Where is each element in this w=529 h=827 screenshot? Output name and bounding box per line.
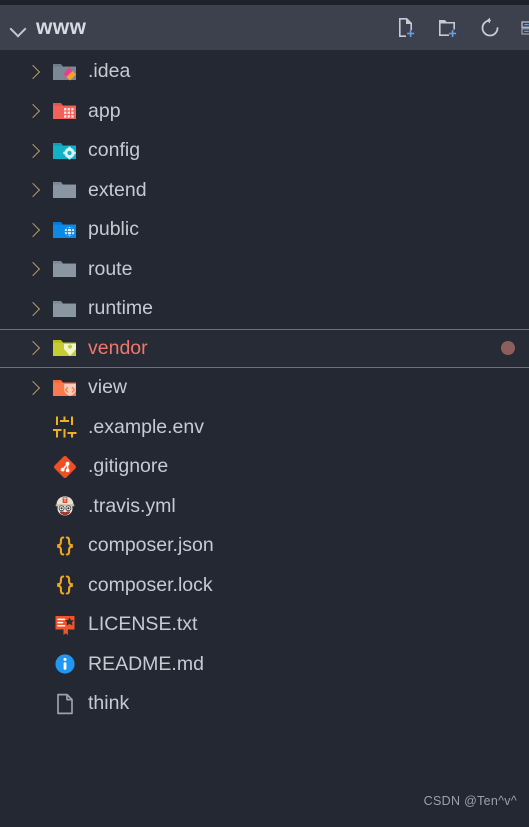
expand-arrow-icon[interactable] [24, 62, 44, 82]
tree-row-travis-yml[interactable]: T .travis.yml [0, 487, 529, 527]
tree-row-idea[interactable]: .idea [0, 52, 529, 92]
tree-item-label: .gitignore [88, 455, 169, 477]
git-icon [50, 454, 80, 480]
tune-sliders-icon [50, 414, 80, 440]
tree-item-label: public [88, 218, 139, 240]
tree-item-label: config [88, 139, 141, 161]
expand-arrow-icon[interactable] [24, 141, 44, 161]
folder-plain-icon [50, 177, 80, 203]
expand-arrow-icon[interactable] [24, 259, 44, 279]
expand-arrow-icon[interactable] [24, 101, 44, 121]
new-file-icon[interactable] [393, 15, 419, 41]
project-file-tree: .idea app config extend public route run… [0, 50, 529, 827]
refresh-icon[interactable] [477, 15, 503, 41]
csdn-watermark: CSDN @Ten^v^ [423, 794, 517, 808]
license-award-icon [50, 612, 80, 638]
folder-idea-icon [50, 59, 80, 85]
folder-public-icon [50, 217, 80, 243]
svg-text:T: T [63, 498, 66, 504]
chevron-down-icon[interactable] [8, 17, 30, 39]
tree-row-license-txt[interactable]: LICENSE.txt [0, 605, 529, 645]
tree-item-label: view [88, 376, 128, 398]
expand-arrow-icon[interactable] [24, 220, 44, 240]
tree-row-composer-json[interactable]: composer.json [0, 526, 529, 566]
tree-row-app[interactable]: app [0, 92, 529, 132]
tree-row-public[interactable]: public [0, 210, 529, 250]
expand-arrow-icon[interactable] [24, 299, 44, 319]
tree-item-label: .idea [88, 60, 131, 82]
tree-row-think[interactable]: think [0, 684, 529, 724]
tree-row-example-env[interactable]: .example.env [0, 408, 529, 448]
tree-row-gitignore[interactable]: .gitignore [0, 447, 529, 487]
expand-arrow-icon[interactable] [24, 338, 44, 358]
tree-row-extend[interactable]: extend [0, 171, 529, 211]
travis-ci-icon: T [50, 493, 80, 519]
info-circle-icon [50, 651, 80, 677]
tree-item-label: vendor [88, 336, 148, 359]
expand-arrow-icon[interactable] [24, 180, 44, 200]
folder-app-icon [50, 98, 80, 124]
tree-item-label: LICENSE.txt [88, 613, 198, 635]
tree-row-config[interactable]: config [0, 131, 529, 171]
expand-arrow-icon[interactable] [24, 378, 44, 398]
tree-item-label: .example.env [88, 415, 204, 438]
project-title: www [36, 15, 87, 39]
tree-item-label: app [88, 99, 121, 122]
folder-view-icon [50, 375, 80, 401]
folder-vendor-icon [50, 335, 80, 361]
tree-item-label: composer.json [88, 534, 214, 556]
project-toolbar: www [0, 5, 529, 50]
tree-row-runtime[interactable]: runtime [0, 289, 529, 329]
json-braces-icon [50, 572, 80, 598]
new-folder-icon[interactable] [435, 15, 461, 41]
tree-item-label: .travis.yml [88, 494, 176, 517]
tree-item-label: think [88, 692, 130, 714]
tree-item-label: composer.lock [88, 573, 213, 596]
tree-item-label: README.md [88, 652, 204, 675]
tree-item-label: route [88, 257, 133, 280]
tree-row-readme-md[interactable]: README.md [0, 645, 529, 685]
tree-row-view[interactable]: view [0, 368, 529, 408]
status-marker-dot [501, 341, 515, 356]
folder-plain-icon [50, 256, 80, 282]
tree-row-vendor[interactable]: vendor [0, 328, 529, 368]
tree-item-label: runtime [88, 297, 154, 319]
tree-row-route[interactable]: route [0, 250, 529, 290]
toolbar-actions [393, 15, 529, 41]
collapse-all-icon[interactable] [519, 15, 529, 41]
tree-row-composer-lock[interactable]: composer.lock [0, 566, 529, 606]
blank-document-icon [50, 691, 80, 717]
project-root-entry[interactable]: www [8, 16, 393, 40]
folder-config-icon [50, 138, 80, 164]
folder-plain-icon [50, 296, 80, 322]
json-braces-icon [50, 533, 80, 559]
tree-item-label: extend [88, 178, 147, 201]
